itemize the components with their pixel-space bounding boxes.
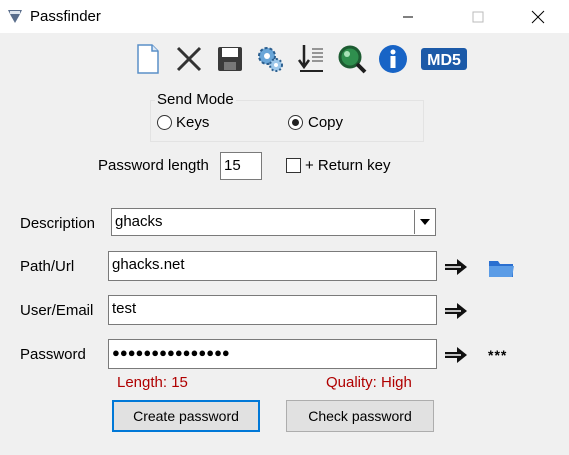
description-label: Description bbox=[20, 215, 96, 232]
radio-copy-label[interactable]: Copy bbox=[308, 114, 343, 131]
password-send-arrow-icon[interactable] bbox=[443, 344, 469, 366]
path-url-label: Path/Url bbox=[20, 258, 75, 275]
md5-icon[interactable]: MD5 bbox=[420, 42, 468, 76]
window-title: Passfinder bbox=[30, 8, 101, 25]
info-icon[interactable] bbox=[376, 42, 410, 76]
minimize-button[interactable] bbox=[385, 0, 431, 33]
chevron-down-icon bbox=[419, 219, 430, 225]
delete-icon[interactable] bbox=[172, 42, 206, 76]
password-label: Password bbox=[20, 346, 86, 363]
return-key-checkbox[interactable] bbox=[286, 158, 301, 173]
send-mode-legend: Send Mode bbox=[155, 91, 236, 108]
user-email-label: User/Email bbox=[20, 302, 94, 319]
maximize-icon bbox=[472, 11, 484, 22]
md5-label: MD5 bbox=[427, 52, 461, 69]
radio-keys[interactable] bbox=[157, 115, 172, 130]
save-icon[interactable] bbox=[213, 42, 247, 76]
reveal-password-toggle[interactable]: *** bbox=[488, 347, 507, 363]
import-export-icon[interactable] bbox=[294, 42, 328, 76]
description-dropdown-button[interactable] bbox=[414, 210, 434, 234]
radio-copy[interactable] bbox=[288, 115, 303, 130]
user-email-send-arrow-icon[interactable] bbox=[443, 300, 469, 322]
new-document-icon[interactable] bbox=[131, 42, 165, 76]
description-value: ghacks bbox=[115, 213, 163, 230]
maximize-button[interactable] bbox=[455, 0, 501, 33]
app-icon bbox=[7, 8, 23, 24]
password-length-label: Password length bbox=[98, 157, 209, 174]
description-combobox[interactable]: ghacks bbox=[111, 208, 436, 236]
password-input[interactable]: ●●●●●●●●●●●●●●● bbox=[108, 339, 437, 369]
return-key-label[interactable]: + Return key bbox=[305, 157, 390, 174]
path-url-send-arrow-icon[interactable] bbox=[443, 256, 469, 278]
search-icon[interactable] bbox=[335, 42, 369, 76]
check-password-button[interactable]: Check password bbox=[286, 400, 434, 432]
close-icon bbox=[531, 10, 545, 23]
password-length-input[interactable]: 15 bbox=[220, 152, 262, 180]
minimize-icon bbox=[403, 16, 413, 17]
password-quality-status: Quality: High bbox=[326, 374, 412, 391]
user-email-input[interactable]: test bbox=[108, 295, 437, 325]
password-length-status: Length: 15 bbox=[117, 374, 188, 391]
open-folder-icon[interactable] bbox=[488, 257, 515, 279]
path-url-input[interactable]: ghacks.net bbox=[108, 251, 437, 281]
close-button[interactable] bbox=[515, 0, 561, 33]
settings-gears-icon[interactable] bbox=[253, 42, 287, 76]
radio-keys-label[interactable]: Keys bbox=[176, 114, 209, 131]
create-password-button[interactable]: Create password bbox=[112, 400, 260, 432]
